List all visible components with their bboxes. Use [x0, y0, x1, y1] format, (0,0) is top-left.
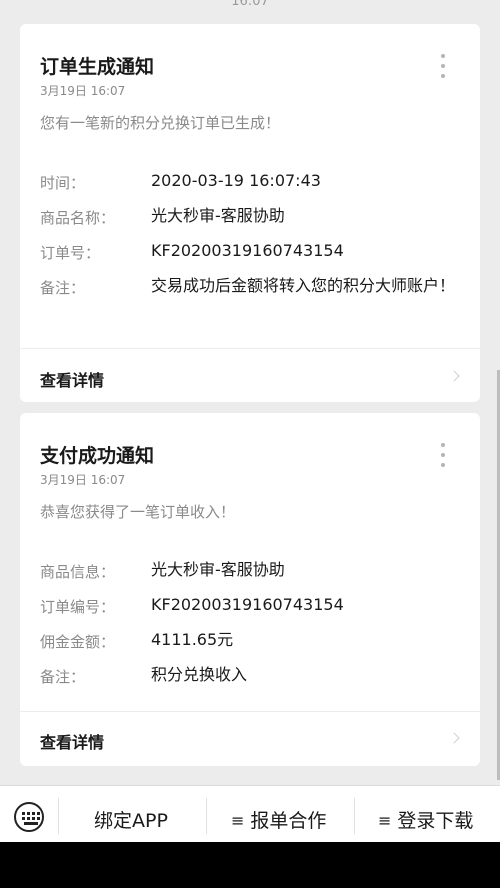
- menu-report-cooperation-label: 报单合作: [250, 810, 327, 832]
- order-created-card: 订单生成通知 3月19日 16:07 您有一笔新的积分兑换订单已生成！ 时间： …: [20, 24, 480, 402]
- menu-separator: [354, 798, 355, 834]
- menu-report-cooperation[interactable]: ≡ 报单合作: [231, 806, 326, 833]
- card-description: 您有一笔新的积分兑换订单已生成！: [40, 114, 281, 132]
- bottom-menu-bar: 绑定APP ≡ 报单合作 ≡ 登录下载: [0, 785, 500, 843]
- menu-separator: [58, 798, 59, 834]
- status-time: 16:07: [231, 0, 269, 8]
- system-nav-area: [0, 842, 500, 888]
- chevron-right-icon[interactable]: [448, 370, 460, 382]
- field-value-remark: 交易成功后金额将转入您的积分大师账户！: [151, 276, 456, 295]
- more-options-icon[interactable]: [440, 54, 446, 84]
- field-label-remark: 备注：: [40, 279, 86, 297]
- card-title: 订单生成通知: [40, 56, 155, 78]
- card-divider: [20, 711, 480, 712]
- card-date: 3月19日 16:07: [40, 473, 126, 487]
- card-description: 恭喜您获得了一笔订单收入！: [40, 503, 236, 521]
- menu-lines-icon: ≡: [231, 811, 245, 830]
- field-value-remark: 积分兑换收入: [151, 665, 248, 684]
- field-label-product-info: 商品信息：: [40, 563, 116, 581]
- keyboard-icon[interactable]: [14, 802, 44, 832]
- menu-lines-icon: ≡: [378, 811, 392, 830]
- field-label-order-id: 订单编号：: [40, 598, 116, 616]
- view-details-link[interactable]: 查看详情: [40, 729, 104, 753]
- field-label-commission: 佣金金额：: [40, 633, 116, 651]
- field-value-order-number: KF20200319160743154: [151, 241, 344, 260]
- card-divider: [20, 348, 480, 349]
- field-value-product-info: 光大秒审-客服协助: [151, 560, 285, 579]
- menu-bind-app-label: 绑定APP: [94, 810, 168, 832]
- view-details-link[interactable]: 查看详情: [40, 367, 104, 391]
- menu-login-download[interactable]: ≡ 登录下载: [378, 806, 473, 833]
- menu-login-download-label: 登录下载: [397, 810, 474, 832]
- chevron-right-icon[interactable]: [448, 732, 460, 744]
- field-value-commission: 4111.65元: [151, 630, 234, 649]
- payment-success-card: 支付成功通知 3月19日 16:07 恭喜您获得了一笔订单收入！ 商品信息： 光…: [20, 413, 480, 766]
- menu-bind-app[interactable]: 绑定APP: [94, 806, 168, 833]
- field-value-product-name: 光大秒审-客服协助: [151, 206, 285, 225]
- card-title: 支付成功通知: [40, 445, 155, 467]
- field-label-time: 时间：: [40, 174, 86, 192]
- field-value-order-id: KF20200319160743154: [151, 595, 344, 614]
- field-value-time: 2020-03-19 16:07:43: [151, 171, 321, 190]
- field-label-remark: 备注：: [40, 668, 86, 686]
- more-options-icon[interactable]: [440, 443, 446, 473]
- field-label-product-name: 商品名称：: [40, 209, 116, 227]
- field-label-order-number: 订单号：: [40, 244, 101, 262]
- card-date: 3月19日 16:07: [40, 84, 126, 98]
- menu-separator: [206, 798, 207, 834]
